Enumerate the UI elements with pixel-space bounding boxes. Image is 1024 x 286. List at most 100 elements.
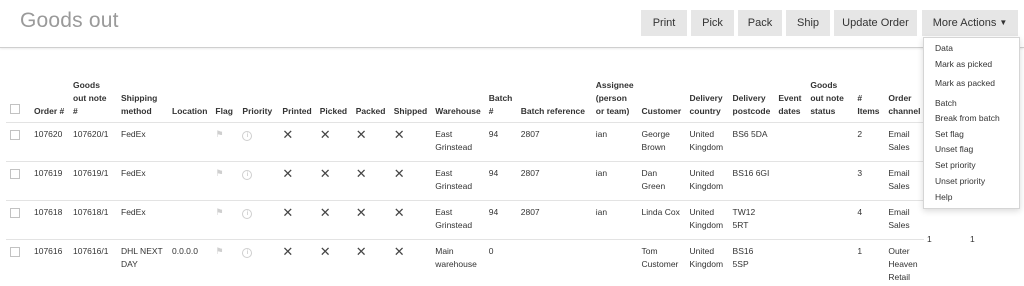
cell-packed: ✕	[352, 240, 390, 286]
col-batch-ref[interactable]: Batch reference	[517, 78, 592, 123]
cell-printed: ✕	[278, 201, 315, 240]
cell-order[interactable]: 107619	[30, 162, 69, 201]
col-items[interactable]: # Items	[853, 78, 884, 123]
menu-item-set-flag[interactable]: Set flag	[935, 129, 964, 139]
table-row[interactable]: 107620 107620/1 FedEx ⚑ i ✕ ✕ ✕ ✕ East G…	[6, 123, 924, 162]
row-select-cell[interactable]	[6, 162, 30, 201]
pack-button[interactable]: Pack	[738, 10, 782, 36]
cell-shipped: ✕	[390, 123, 432, 162]
col-printed[interactable]: Printed	[278, 78, 315, 123]
flag-icon: ⚑	[215, 206, 223, 219]
col-batch[interactable]: Batch #	[485, 78, 517, 123]
cell-items: 4	[853, 201, 884, 240]
info-icon: i	[242, 170, 252, 180]
col-order[interactable]: Order #	[30, 78, 69, 123]
info-icon: i	[242, 209, 252, 219]
menu-item-break-batch[interactable]: Break from batch	[935, 113, 1000, 123]
cell-event-dates	[774, 240, 806, 286]
row-checkbox[interactable]	[10, 208, 20, 218]
page-title: Goods out	[20, 9, 119, 33]
col-warehouse[interactable]: Warehouse	[431, 78, 485, 123]
cell-location	[168, 123, 211, 162]
cell-priority: i	[238, 123, 278, 162]
cell-customer: Linda Cox	[638, 201, 686, 240]
row-checkbox[interactable]	[10, 169, 20, 179]
cell-goods-note[interactable]: 107618/1	[69, 201, 117, 240]
col-picked[interactable]: Picked	[316, 78, 352, 123]
col-shipped[interactable]: Shipped	[390, 78, 432, 123]
cell-batch-ref	[517, 240, 592, 286]
cell-priority: i	[238, 162, 278, 201]
cell-postcode: BS6 5DA	[729, 123, 775, 162]
table-row[interactable]: 107616 107616/1 DHL NEXT DAY 0.0.0.0 ⚑ i…	[6, 240, 924, 286]
row-select-cell[interactable]	[6, 240, 30, 286]
cell-order[interactable]: 107618	[30, 201, 69, 240]
cell-shipping: FedEx	[117, 123, 168, 162]
menu-item-mark-picked[interactable]: Mark as picked	[935, 59, 992, 69]
col-assignee[interactable]: Assignee (person or team)	[592, 78, 638, 123]
menu-item-unset-priority[interactable]: Unset priority	[935, 176, 985, 186]
cell-goods-note[interactable]: 107619/1	[69, 162, 117, 201]
col-channel[interactable]: Order channel	[884, 78, 924, 123]
update-order-button[interactable]: Update Order	[834, 10, 917, 36]
menu-item-set-priority[interactable]: Set priority	[935, 160, 976, 170]
cell-flag: ⚑	[211, 162, 238, 201]
cell-postcode: BS16 5SP	[729, 240, 775, 286]
col-location[interactable]: Location	[168, 78, 211, 123]
menu-item-batch[interactable]: Batch	[935, 98, 957, 108]
col-event-dates[interactable]: Event dates	[774, 78, 806, 123]
cell-note-status	[806, 201, 853, 240]
col-packed[interactable]: Packed	[352, 78, 390, 123]
cell-order[interactable]: 107616	[30, 240, 69, 286]
col-customer[interactable]: Customer	[638, 78, 686, 123]
col-goods-note[interactable]: Goods out note #	[69, 78, 117, 123]
cell-flag: ⚑	[211, 201, 238, 240]
table-row[interactable]: 107618 107618/1 FedEx ⚑ i ✕ ✕ ✕ ✕ East G…	[6, 201, 924, 240]
menu-item-help[interactable]: Help	[935, 192, 952, 202]
goods-out-table: Order # Goods out note # Shipping method…	[6, 78, 924, 286]
info-icon: i	[242, 131, 252, 141]
col-priority[interactable]: Priority	[238, 78, 278, 123]
cell-assignee: ian	[592, 162, 638, 201]
col-shipping[interactable]: Shipping method	[117, 78, 168, 123]
cell-batch-ref: 2807	[517, 201, 592, 240]
pick-button[interactable]: Pick	[691, 10, 734, 36]
cell-event-dates	[774, 123, 806, 162]
print-button[interactable]: Print	[641, 10, 687, 36]
col-note-status[interactable]: Goods out note status	[806, 78, 853, 123]
row-checkbox[interactable]	[10, 130, 20, 140]
cell-country: United Kingdom	[686, 123, 729, 162]
row-checkbox[interactable]	[10, 247, 20, 257]
cell-country: United Kingdom	[686, 162, 729, 201]
cell-items: 2	[853, 123, 884, 162]
col-country[interactable]: Delivery country	[686, 78, 729, 123]
cell-channel: Email Sales	[884, 123, 924, 162]
cell-picked: ✕	[316, 201, 352, 240]
cell-warehouse: East Grinstead	[431, 123, 485, 162]
cell-channel: Email Sales	[884, 201, 924, 240]
select-all-cell[interactable]	[6, 78, 30, 123]
row-select-cell[interactable]	[6, 201, 30, 240]
menu-item-data[interactable]: Data	[935, 43, 953, 53]
more-actions-button[interactable]: More Actions▼	[922, 10, 1018, 36]
cell-order[interactable]: 107620	[30, 123, 69, 162]
cell-location: 0.0.0.0	[168, 240, 211, 286]
cell-shipping: FedEx	[117, 162, 168, 201]
cell-warehouse: East Grinstead	[431, 201, 485, 240]
cell-event-dates	[774, 162, 806, 201]
col-postcode[interactable]: Delivery postcode	[729, 78, 775, 123]
cell-event-dates	[774, 201, 806, 240]
ship-button[interactable]: Ship	[786, 10, 830, 36]
cell-flag: ⚑	[211, 123, 238, 162]
col-flag[interactable]: Flag	[211, 78, 238, 123]
table-row[interactable]: 107619 107619/1 FedEx ⚑ i ✕ ✕ ✕ ✕ East G…	[6, 162, 924, 201]
row-select-cell[interactable]	[6, 123, 30, 162]
cell-goods-note[interactable]: 107616/1	[69, 240, 117, 286]
cell-goods-note[interactable]: 107620/1	[69, 123, 117, 162]
cell-batch: 0	[485, 240, 517, 286]
menu-item-mark-packed[interactable]: Mark as packed	[935, 78, 995, 88]
select-all-checkbox[interactable]	[10, 104, 20, 114]
cell-note-status	[806, 240, 853, 286]
cell-customer: Dan Green	[638, 162, 686, 201]
menu-item-unset-flag[interactable]: Unset flag	[935, 144, 973, 154]
